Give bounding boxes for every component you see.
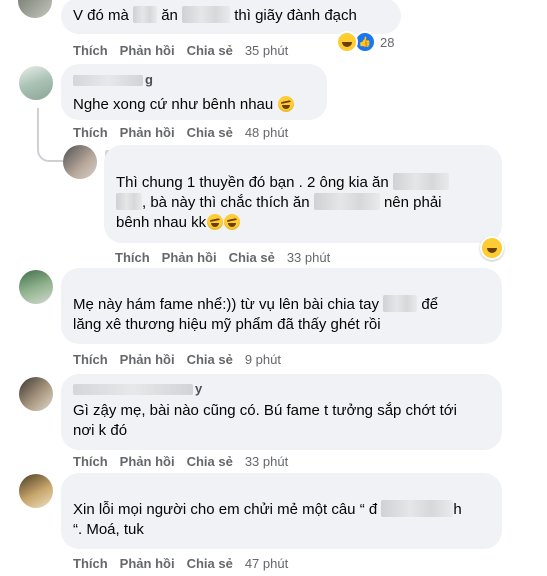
comment-text: Thì chung 1 thuyền đó bạn . 2 ông kia ăn <box>116 174 389 191</box>
comment-text: để <box>421 296 439 313</box>
comment-bubble: Thì chung 1 thuyền đó bạn . 2 ông kia ăn… <box>104 145 502 243</box>
share-button[interactable]: Chia sẻ <box>187 352 233 367</box>
avatar[interactable] <box>18 0 52 18</box>
timestamp[interactable]: 33 phút <box>287 250 330 265</box>
reaction-summary[interactable]: 👍 28 <box>336 31 394 53</box>
share-button[interactable]: Chia sẻ <box>229 250 275 265</box>
reply-button[interactable]: Phản hồi <box>120 454 175 469</box>
avatar[interactable] <box>19 66 53 100</box>
timestamp[interactable]: 9 phút <box>245 352 281 367</box>
redacted-text <box>182 6 231 23</box>
author-name-suffix: y <box>195 381 203 396</box>
comment-actions: Thích Phản hồi Chia sẻ 33 phút <box>115 250 330 265</box>
redacted-text <box>383 295 418 312</box>
redacted-text <box>392 173 449 190</box>
rofl-emoji-icon <box>207 214 224 230</box>
comment-text: bênh nhau kk <box>116 214 207 231</box>
comment-bubble: y Gì zậy mẹ, bài nào cũng có. Bú fame t … <box>61 374 502 450</box>
reply-button[interactable]: Phản hồi <box>162 250 217 265</box>
comment-bubble: g Nghe xong cứ như bênh nhau <box>61 64 327 120</box>
timestamp[interactable]: 48 phút <box>245 125 288 140</box>
comment-actions: Thích Phản hồi Chia sẻ 9 phút <box>73 352 281 367</box>
comment-text: nên phải <box>383 194 442 211</box>
avatar[interactable] <box>63 145 97 179</box>
share-button[interactable]: Chia sẻ <box>187 43 233 58</box>
reply-thread-line <box>37 108 63 162</box>
like-button[interactable]: Thích <box>73 43 108 58</box>
haha-emoji-icon[interactable] <box>480 236 504 260</box>
comment-bubble: V đó mà ăn thì giãy đành đạch <box>61 0 401 34</box>
timestamp[interactable]: 33 phút <box>245 454 288 469</box>
comment-text: nơi k đó <box>73 422 128 439</box>
reaction-count: 28 <box>380 34 395 50</box>
avatar[interactable] <box>19 474 53 508</box>
haha-emoji-icon <box>336 31 358 53</box>
like-button[interactable]: Thích <box>115 250 150 265</box>
comment-text: V đó mà <box>73 7 129 24</box>
reply-button[interactable]: Phản hồi <box>120 125 175 140</box>
comment-actions: Thích Phản hồi Chia sẻ 48 phút <box>73 125 288 140</box>
redacted-name <box>73 383 193 395</box>
like-button[interactable]: Thích <box>73 454 108 469</box>
share-button[interactable]: Chia sẻ <box>187 454 233 469</box>
share-button[interactable]: Chia sẻ <box>187 556 233 571</box>
share-button[interactable]: Chia sẻ <box>187 125 233 140</box>
redacted-name <box>73 74 143 86</box>
comment-text: h <box>453 501 462 518</box>
comment-text: ăn <box>161 7 178 24</box>
timestamp[interactable]: 47 phút <box>245 556 288 571</box>
redacted-text <box>313 193 380 210</box>
comment-text: thì giãy đành đạch <box>234 7 357 24</box>
rofl-emoji-icon <box>278 96 295 112</box>
comment-text: Gì zậy mẹ, bài nào cũng có. Bú fame t tư… <box>73 402 457 419</box>
comment-bubble: Xin lỗi mọi người cho em chửi mẻ một câu… <box>61 473 502 549</box>
avatar[interactable] <box>19 377 53 411</box>
redacted-text <box>133 6 158 23</box>
reply-button[interactable]: Phản hồi <box>120 556 175 571</box>
author-name[interactable]: g <box>73 70 315 89</box>
reply-button[interactable]: Phản hồi <box>120 352 175 367</box>
comment-text: “. Moá, tuk <box>73 521 144 538</box>
author-name-suffix: g <box>145 72 153 87</box>
comment-actions: Thích Phản hồi Chia sẻ 35 phút <box>73 43 288 58</box>
comment-actions: Thích Phản hồi Chia sẻ 47 phút <box>73 556 288 571</box>
redacted-text <box>381 500 454 517</box>
avatar[interactable] <box>19 270 53 304</box>
like-button[interactable]: Thích <box>73 125 108 140</box>
comment-text: lăng xê thương hiệu mỹ phẩm đã thấy ghét… <box>73 316 381 333</box>
redacted-text <box>116 193 142 210</box>
comment-actions: Thích Phản hồi Chia sẻ 33 phút <box>73 454 288 469</box>
rofl-emoji-icon <box>224 214 241 230</box>
comment-text: , bà này thì chắc thích ăn <box>142 194 310 211</box>
author-name[interactable]: y <box>73 379 490 398</box>
comment-text: Nghe xong cứ như bênh nhau <box>73 96 274 113</box>
comment-bubble: Mẹ này hám fame nhể:)) từ vụ lên bài chi… <box>61 268 502 344</box>
timestamp[interactable]: 35 phút <box>245 43 288 58</box>
like-button[interactable]: Thích <box>73 352 108 367</box>
like-button[interactable]: Thích <box>73 556 108 571</box>
comment-text: Mẹ này hám fame nhể:)) từ vụ lên bài chi… <box>73 296 380 313</box>
comment-text: Xin lỗi mọi người cho em chửi mẻ một câu… <box>73 501 378 518</box>
reply-button[interactable]: Phản hồi <box>120 43 175 58</box>
